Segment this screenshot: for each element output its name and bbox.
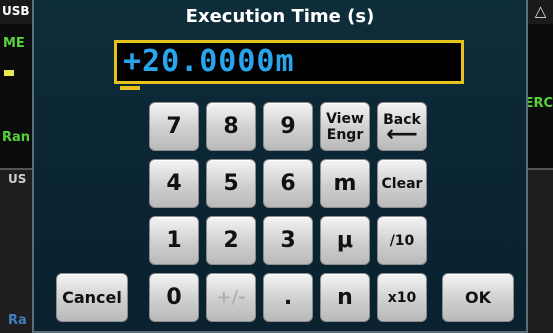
key-8[interactable]: 8 <box>206 102 256 151</box>
keypad-dialog: Execution Time (s) +20.0000m 7 8 9 View … <box>32 0 528 333</box>
lower-panel-right <box>527 168 553 333</box>
indicator-bar <box>4 70 14 76</box>
key-4[interactable]: 4 <box>149 159 199 208</box>
key-1[interactable]: 1 <box>149 216 199 265</box>
clear-button[interactable]: Clear <box>377 159 427 208</box>
back-arrow-icon: ⟵ <box>386 121 418 147</box>
measure-label: ME <box>3 36 25 51</box>
key-9[interactable]: 9 <box>263 102 313 151</box>
lower-panel-tab-label[interactable]: US <box>8 172 26 186</box>
key-0[interactable]: 0 <box>149 273 199 322</box>
milli-button[interactable]: m <box>320 159 370 208</box>
key-6[interactable]: 6 <box>263 159 313 208</box>
key-2[interactable]: 2 <box>206 216 256 265</box>
view-engr-button[interactable]: View Engr <box>320 102 370 151</box>
ok-button[interactable]: OK <box>442 273 514 322</box>
times-10-button[interactable]: x10 <box>377 273 427 322</box>
key-3[interactable]: 3 <box>263 216 313 265</box>
usb-tab[interactable]: USB <box>0 0 34 24</box>
value-entry-field[interactable]: +20.0000m <box>114 40 464 84</box>
back-button[interactable]: Back ⟵ <box>377 102 427 151</box>
entry-cursor <box>120 86 140 90</box>
micro-button[interactable]: μ <box>320 216 370 265</box>
key-7[interactable]: 7 <box>149 102 199 151</box>
decimal-point-button[interactable]: . <box>263 273 313 322</box>
plus-minus-button[interactable]: +/- <box>206 273 256 322</box>
range-label: Ran <box>2 130 31 145</box>
cancel-button[interactable]: Cancel <box>56 273 128 322</box>
divide-by-10-button[interactable]: /10 <box>377 216 427 265</box>
view-engr-line1: View <box>326 110 364 127</box>
view-engr-line2: Engr <box>326 126 364 143</box>
nano-button[interactable]: n <box>320 273 370 322</box>
right-status-label: ERC <box>524 96 553 111</box>
dialog-title: Execution Time (s) <box>185 6 375 27</box>
key-5[interactable]: 5 <box>206 159 256 208</box>
warning-triangle-icon[interactable]: △ <box>527 0 553 24</box>
lower-range-label: Ra <box>8 313 27 328</box>
